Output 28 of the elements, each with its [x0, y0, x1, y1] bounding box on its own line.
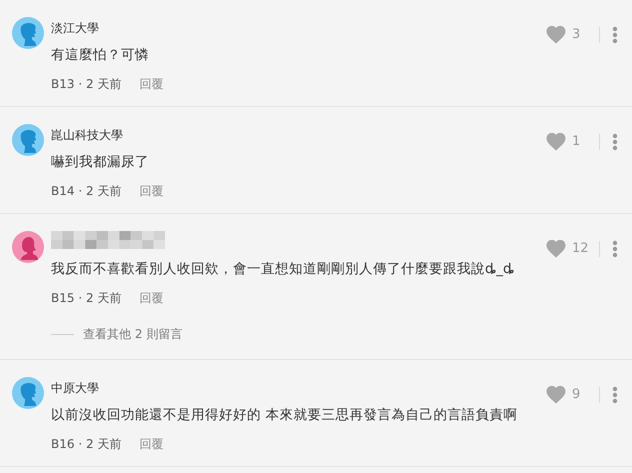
reply-link[interactable]: 回覆 — [139, 435, 164, 453]
like-count: 9 — [572, 386, 582, 404]
view-more-replies-link[interactable]: 查看其他 2 則留言 — [83, 325, 182, 343]
more-options-icon[interactable] — [612, 26, 618, 44]
comment-meta: B14 · 2 天前 — [51, 183, 122, 200]
comment-meta: B16 · 2 天前 — [51, 436, 122, 453]
author-name: 淡江大學 — [51, 20, 99, 37]
comment-meta: B15 · 2 天前 — [51, 290, 122, 307]
reply-link[interactable]: 回覆 — [139, 75, 164, 93]
comment-meta: B13 · 2 天前 — [51, 76, 122, 93]
more-options-icon[interactable] — [612, 240, 618, 258]
like-count: 3 — [572, 26, 582, 44]
reply-link[interactable]: 回覆 — [139, 182, 164, 200]
more-options-icon[interactable] — [612, 132, 618, 151]
heart-icon[interactable] — [545, 25, 567, 44]
author-name: 中原大學 — [51, 380, 99, 397]
heart-icon[interactable] — [545, 239, 567, 258]
comment-text: 以前沒收回功能還不是用得好好的 本來就要三思再發言為自己的言語負責啊 — [51, 406, 518, 425]
reply-link[interactable]: 回覆 — [139, 289, 164, 307]
comment-text: 嚇到我都漏尿了 — [51, 153, 150, 172]
comment-text: 我反而不喜歡看別人收回欸，會一直想知道剛剛別人傳了什麼要跟我說ȡ_ȡ — [51, 260, 516, 279]
heart-icon[interactable] — [545, 132, 567, 152]
author-name: 崑山科技大學 — [51, 127, 123, 144]
more-options-icon[interactable] — [612, 386, 618, 404]
heart-icon[interactable] — [545, 385, 567, 404]
comment-text: 有這麼怕？可憐 — [51, 46, 150, 65]
like-count: 1 — [572, 133, 582, 151]
like-count: 12 — [572, 240, 590, 258]
